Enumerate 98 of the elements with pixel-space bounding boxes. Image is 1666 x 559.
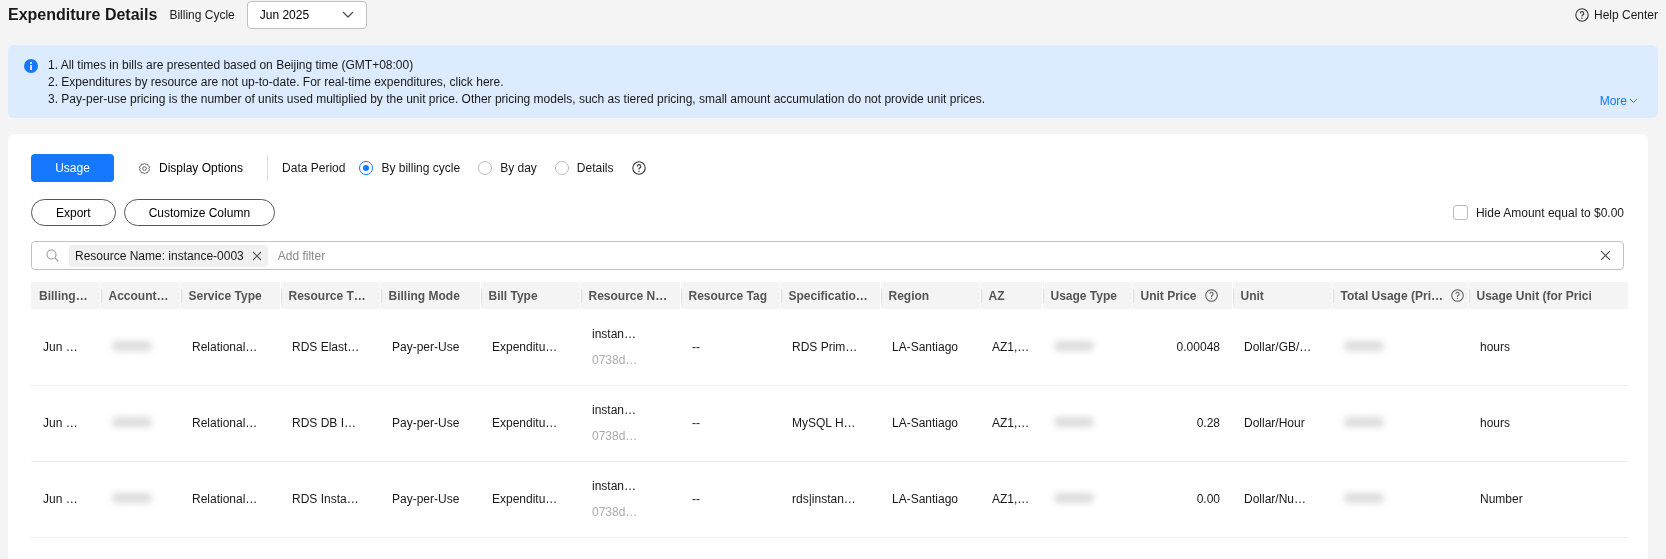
table-cell: -- <box>692 416 700 430</box>
table-cell: Jun … <box>43 416 78 430</box>
table-cell: Expenditu… <box>492 492 558 506</box>
close-icon[interactable] <box>1600 250 1611 261</box>
period-radio[interactable]: By day <box>478 161 537 175</box>
column-header: Usage Unit (for Prici <box>1468 282 1628 309</box>
table-cell: Jun … <box>43 492 78 506</box>
table-cell: Jun … <box>43 339 78 354</box>
search-icon <box>46 249 59 262</box>
table-cell: Dollar/GB/… <box>1244 339 1312 354</box>
close-icon[interactable] <box>251 250 262 261</box>
chevron-down-icon <box>341 11 354 19</box>
column-header: Billing Mode <box>380 282 480 309</box>
action-button[interactable]: Export <box>31 199 116 226</box>
checkbox[interactable] <box>1452 205 1468 220</box>
table-cell: Expenditu… <box>492 416 558 430</box>
page-title: Expenditure Details <box>8 6 158 24</box>
column-header: Account… <box>100 282 180 309</box>
table-cell: LA-Santiago <box>892 416 959 430</box>
column-header: Unit Price <box>1132 282 1232 309</box>
table-cell: RDS Prim… <box>792 339 858 354</box>
chevron-down-icon <box>1629 98 1638 104</box>
table-cell: Relational… <box>192 492 258 506</box>
table-cell: -- <box>692 339 700 354</box>
table-cell: AZ1,… <box>992 492 1030 506</box>
help-icon <box>1204 289 1218 302</box>
redacted-block <box>1344 493 1384 503</box>
table-cell: 0.00048 <box>1176 339 1220 354</box>
column-header: Service Type <box>180 282 280 309</box>
table-cell: Pay-per-Use <box>392 492 460 506</box>
column-header: Billing… <box>31 282 100 309</box>
action-button[interactable]: Customize Column <box>123 199 276 226</box>
billing-cycle-label: Billing Cycle <box>169 8 235 22</box>
table-cell: RDS DB I… <box>292 416 356 430</box>
table-cell: -- <box>692 492 700 506</box>
notice-text: 2. Expenditures by resource are not up-to-date. For real-time expenditures, click here. <box>48 74 505 91</box>
resource-name-cell-text: instan… <box>592 326 638 341</box>
hide-zero-checkbox[interactable]: Hide Amount equal to $0.00 <box>1452 205 1624 220</box>
redacted-block <box>112 340 152 351</box>
data-period-label: Data Period <box>282 161 346 175</box>
table-cell: LA-Santiago <box>892 492 959 506</box>
resource-name-cell-text: instan… <box>592 403 638 417</box>
help-center-link[interactable]: Help Center <box>1574 8 1658 22</box>
column-header: Resource Tag <box>680 282 780 309</box>
info-icon <box>24 59 38 73</box>
filter-tag: Resource Name: instance-0003 <box>69 244 268 267</box>
period-radio[interactable]: By billing cycle <box>359 161 461 175</box>
usage-button[interactable]: Usage <box>31 154 114 182</box>
column-header: Bill Type <box>480 282 580 309</box>
column-header: Unit <box>1232 282 1332 309</box>
redacted-block <box>1344 417 1384 427</box>
more-link[interactable]: More <box>1599 94 1638 108</box>
table-cell: Dollar/Hour <box>1244 416 1305 430</box>
resource-id-cell-text: 0738d… <box>592 352 639 367</box>
resource-name-cell-text: instan… <box>592 479 638 493</box>
help-icon <box>631 161 646 175</box>
redacted-block <box>112 493 152 503</box>
table-cell: hours <box>1480 339 1511 354</box>
table-cell: Expenditu… <box>492 339 558 354</box>
table-cell: AZ1,… <box>992 339 1030 354</box>
table-cell: hours <box>1480 416 1511 430</box>
filter-field[interactable]: Resource Name: instance-0003 Add filter <box>31 241 1624 270</box>
period-radio[interactable]: Details <box>554 161 614 175</box>
table-cell: Pay-per-Use <box>392 339 460 354</box>
table-cell: Dollar/Nu… <box>1244 492 1306 506</box>
table-cell: AZ1,… <box>992 416 1030 430</box>
resource-id-cell-text: 0738d… <box>592 505 639 519</box>
table-cell: RDS Elast… <box>292 339 360 354</box>
table-cell: RDS Insta… <box>292 492 359 506</box>
redacted-block <box>1054 417 1094 427</box>
table-cell: LA-Santiago <box>892 339 959 354</box>
redacted-block <box>1344 340 1384 351</box>
redacted-block <box>112 417 152 427</box>
gear-icon <box>138 161 151 175</box>
table-cell: Relational… <box>192 416 258 430</box>
column-header: AZ <box>980 282 1042 309</box>
table-cell: Number <box>1480 492 1523 506</box>
help-icon <box>1574 8 1589 22</box>
table-cell: MySQL H… <box>792 416 856 430</box>
table-cell: 0.00 <box>1196 492 1220 506</box>
table-cell: Relational… <box>192 339 258 354</box>
display-options-button[interactable]: Display Options <box>128 161 254 175</box>
table-cell: Pay-per-Use <box>392 416 460 430</box>
help-icon <box>1450 289 1464 302</box>
table-cell: 0.28 <box>1196 416 1220 430</box>
resource-id-cell-text: 0738d… <box>592 429 639 443</box>
column-header: Resource N… <box>580 282 680 309</box>
notice-text: 1. All times in bills are presented based on Beijing time (GMT+08:00) <box>48 57 415 74</box>
column-header: Region <box>880 282 980 309</box>
billing-cycle-select[interactable]: Jun 2025 <box>246 1 367 29</box>
column-header: Total Usage (Pri… <box>1332 282 1468 309</box>
table-cell: rds|instan… <box>792 492 856 506</box>
redacted-block <box>1054 340 1094 351</box>
column-header: Resource T… <box>280 282 380 309</box>
column-header: Specificatio… <box>780 282 880 309</box>
redacted-block <box>1054 493 1094 503</box>
column-header: Usage Type <box>1042 282 1132 309</box>
notice-text: 3. Pay-per-use pricing is the number of units used multiplied by the unit price. Other pricing models, such as tiered pricing, small amount accumulation do not provide unit prices. <box>48 91 986 108</box>
